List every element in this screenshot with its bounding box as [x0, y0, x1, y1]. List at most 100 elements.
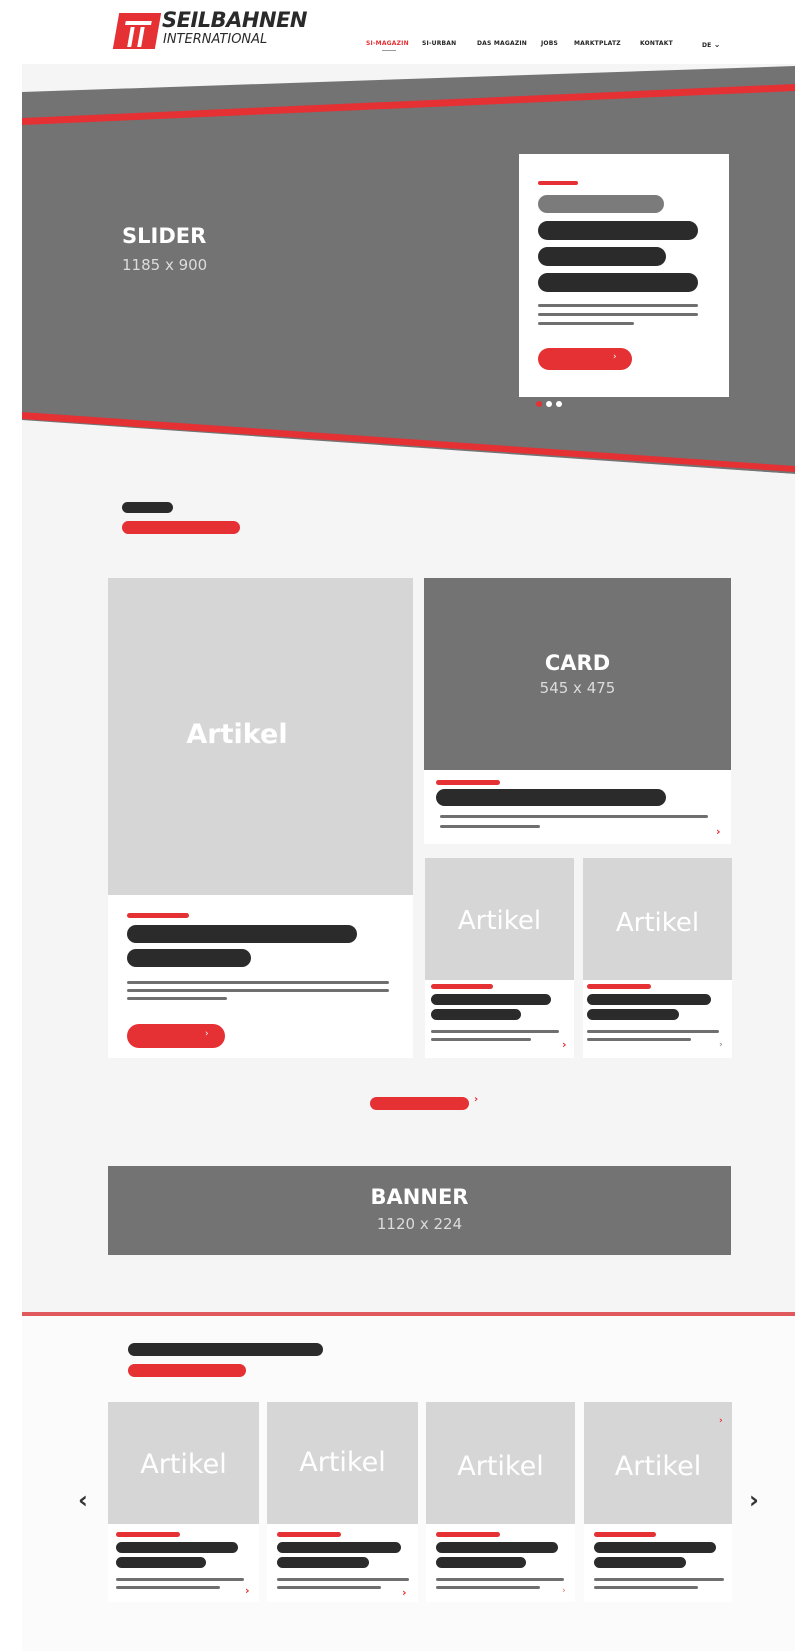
article-text-line2 — [116, 1586, 220, 1589]
card-teaser-kicker — [436, 780, 500, 785]
article-title-line1 — [277, 1542, 401, 1553]
article-kicker — [436, 1532, 500, 1537]
chevron-right-icon[interactable]: › — [474, 1094, 478, 1105]
article-text-line1 — [116, 1578, 244, 1581]
article-kicker — [431, 984, 493, 989]
card-teaser-title — [436, 789, 666, 806]
article-text-line1 — [277, 1578, 409, 1581]
nav-das-magazin[interactable]: DAS MAGAZIN — [477, 40, 527, 47]
card-teaser-text-line1 — [440, 815, 708, 818]
banner-title: BANNER — [370, 1185, 469, 1209]
card-ad-title: CARD — [544, 651, 611, 675]
carousel-next-button[interactable]: › — [749, 1486, 759, 1514]
language-select[interactable]: DE ⌄ — [702, 40, 721, 49]
article-text-line2 — [436, 1586, 540, 1589]
carousel-card-2[interactable]: Artikel › — [267, 1402, 418, 1602]
section-title — [122, 502, 173, 513]
slider-dot-1[interactable] — [536, 401, 542, 407]
chevron-right-icon[interactable]: › — [562, 1586, 566, 1596]
hero-card-button[interactable]: › — [538, 348, 632, 370]
article-title-line1 — [594, 1542, 716, 1553]
chevron-right-icon: › — [749, 1486, 759, 1514]
carousel-card-3[interactable]: Artikel › — [426, 1402, 575, 1602]
article-text-line2 — [277, 1586, 381, 1589]
hero-slider[interactable]: SLIDER 1185 x 900 › — [22, 64, 795, 484]
chevron-right-icon[interactable]: › — [719, 1416, 723, 1426]
slider-dot-3[interactable] — [556, 401, 562, 407]
article-image-label: Artikel — [186, 719, 288, 750]
article-image-label: Artikel — [457, 906, 542, 936]
article-kicker — [116, 1532, 180, 1537]
article-kicker — [587, 984, 651, 989]
load-more-button[interactable] — [370, 1097, 469, 1110]
nav-si-magazin[interactable]: SI-MAGAZIN — [366, 40, 409, 47]
card-ad-placeholder[interactable]: CARD 545 x 475 — [424, 578, 731, 770]
slider-dot-2[interactable] — [546, 401, 552, 407]
article-text-line1 — [127, 981, 389, 984]
hero-card-title-line3 — [538, 273, 698, 292]
section-subtitle — [122, 521, 240, 534]
article-title-line1 — [127, 925, 357, 943]
article-title-line1 — [436, 1542, 558, 1553]
article-card-large[interactable]: Artikel › — [108, 578, 413, 1058]
hero-card-text-line1 — [538, 304, 698, 307]
article-card-small-1[interactable]: Artikel › — [425, 858, 574, 1058]
hero-title: SLIDER — [122, 224, 207, 248]
banner-size: 1120 x 224 — [376, 1215, 463, 1233]
carousel-card-1[interactable]: Artikel › — [108, 1402, 259, 1602]
article-kicker — [127, 913, 189, 918]
article-title-line2 — [127, 949, 251, 967]
article-text-line1 — [587, 1030, 719, 1033]
hero-card-subtitle — [538, 195, 664, 213]
article-title-line1 — [587, 994, 711, 1005]
site-header: SEILBAHNEN INTERNATIONAL SI-MAGAZIN SI-U… — [0, 0, 795, 64]
section-subtitle — [128, 1364, 246, 1377]
card-teaser[interactable]: › — [424, 770, 731, 844]
nav-kontakt[interactable]: KONTAKT — [640, 40, 673, 47]
article-card-small-2[interactable]: Artikel › — [583, 858, 732, 1058]
article-text-line2 — [431, 1038, 531, 1041]
article-title-line2 — [436, 1557, 526, 1568]
article-text-line1 — [436, 1578, 564, 1581]
article-image-label: Artikel — [614, 1451, 702, 1482]
article-kicker — [594, 1532, 656, 1537]
chevron-right-icon[interactable]: › — [402, 1586, 407, 1599]
article-kicker — [277, 1532, 341, 1537]
chevron-right-icon[interactable]: › — [719, 1040, 723, 1050]
hero-card-text-line2 — [538, 313, 698, 316]
nav-jobs[interactable]: JOBS — [541, 40, 558, 47]
article-title-line2 — [594, 1557, 686, 1568]
article-title-line1 — [116, 1542, 238, 1553]
logo-text-primary: SEILBAHNEN — [162, 8, 308, 32]
article-title-line2 — [431, 1009, 521, 1020]
article-read-more-button[interactable]: › — [127, 1024, 225, 1048]
article-image-label: Artikel — [140, 1449, 227, 1480]
logo-mark-icon — [112, 13, 162, 49]
chevron-right-icon[interactable]: › — [562, 1038, 567, 1051]
carousel-prev-button[interactable]: ‹ — [78, 1486, 88, 1514]
article-title-line2 — [587, 1009, 679, 1020]
chevron-right-icon[interactable]: › — [245, 1584, 250, 1597]
article-image-label: Artikel — [457, 1451, 544, 1482]
nav-si-urban[interactable]: SI-URBAN — [422, 40, 456, 47]
article-title-line1 — [431, 994, 551, 1005]
article-text-line3 — [127, 997, 227, 1000]
carousel-card-4[interactable]: › Artikel — [584, 1402, 732, 1602]
arrow-right-icon: › — [205, 1029, 209, 1039]
nav-active-underline — [382, 50, 396, 51]
chevron-left-icon: ‹ — [78, 1486, 88, 1514]
nav-marktplatz[interactable]: MARKTPLATZ — [574, 40, 621, 47]
article-text-line1 — [431, 1030, 559, 1033]
article-text-line2 — [594, 1586, 698, 1589]
arrow-right-icon: › — [613, 352, 617, 362]
article-image-label: Artikel — [299, 1447, 386, 1478]
logo[interactable]: SEILBAHNEN INTERNATIONAL — [0, 0, 320, 64]
chevron-right-icon[interactable]: › — [716, 825, 721, 838]
logo-text-secondary: INTERNATIONAL — [163, 32, 268, 47]
article-text-line2 — [587, 1038, 691, 1041]
section-title — [128, 1343, 323, 1356]
banner-ad-placeholder[interactable]: BANNER 1120 x 224 — [108, 1166, 731, 1255]
hero-content-card: › — [519, 154, 729, 397]
hero-card-text-line3 — [538, 322, 634, 325]
language-label: DE — [702, 42, 712, 49]
